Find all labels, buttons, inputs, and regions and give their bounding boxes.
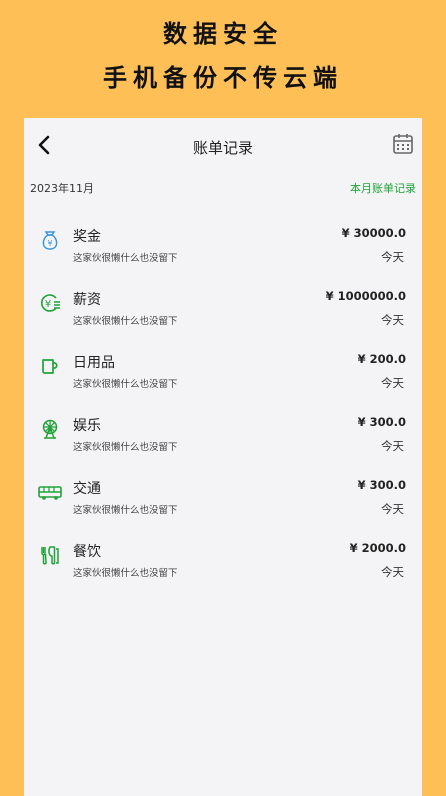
calendar-button[interactable]: [392, 132, 414, 156]
record-date: 今天: [381, 250, 404, 264]
app-screen: 账单记录 2023年11月 本月账单记录 ¥ 奖金 这家伙很懒什么也没留下 ¥ …: [24, 118, 422, 796]
record-name: 娱乐: [73, 418, 101, 434]
record-amount: ¥ 30000.0: [341, 226, 406, 240]
record-name: 日用品: [73, 355, 115, 371]
monthly-records-link[interactable]: 本月账单记录: [350, 180, 416, 196]
yen-coin-icon: ¥: [38, 291, 62, 315]
page-title: 账单记录: [192, 139, 253, 157]
svg-text:¥: ¥: [47, 239, 52, 248]
record-name: 薪资: [73, 292, 101, 308]
utensils-icon: [38, 543, 62, 567]
record-amount: ¥ 300.0: [357, 415, 406, 429]
record-desc: 这家伙很懒什么也没留下: [73, 379, 178, 390]
record-date: 今天: [381, 565, 404, 579]
navbar: 账单记录: [24, 118, 422, 176]
record-desc: 这家伙很懒什么也没留下: [73, 568, 178, 579]
record-desc: 这家伙很懒什么也没留下: [73, 505, 178, 516]
calendar-icon: [393, 134, 413, 154]
ferris-wheel-icon: [38, 417, 62, 441]
record-date: 今天: [381, 376, 404, 390]
record-amount: ¥ 300.0: [357, 478, 406, 492]
list-item[interactable]: 日用品 这家伙很懒什么也没留下 ¥ 200.0 今天: [24, 342, 422, 398]
record-name: 奖金: [73, 229, 101, 245]
promo-title: 数据安全: [163, 20, 283, 48]
list-item[interactable]: ¥ 奖金 这家伙很懒什么也没留下 ¥ 30000.0 今天: [24, 216, 422, 272]
promo-banner: 数据安全 手机备份不传云端: [0, 0, 446, 118]
promo-subtitle: 手机备份不传云端: [103, 64, 343, 92]
list-item[interactable]: 娱乐 这家伙很懒什么也没留下 ¥ 300.0 今天: [24, 405, 422, 461]
list-item[interactable]: ¥ 薪资 这家伙很懒什么也没留下 ¥ 1000000.0 今天: [24, 279, 422, 335]
month-label: 2023年11月: [30, 182, 94, 195]
record-desc: 这家伙很懒什么也没留下: [73, 442, 178, 453]
record-amount: ¥ 200.0: [357, 352, 406, 366]
record-amount: ¥ 2000.0: [349, 541, 406, 555]
record-desc: 这家伙很懒什么也没留下: [73, 253, 178, 264]
list-item[interactable]: 餐饮 这家伙很懒什么也没留下 ¥ 2000.0 今天: [24, 531, 422, 587]
money-bag-icon: ¥: [38, 228, 62, 252]
record-name: 交通: [73, 481, 101, 497]
record-date: 今天: [381, 502, 404, 516]
record-name: 餐饮: [73, 544, 101, 560]
record-date: 今天: [381, 439, 404, 453]
record-desc: 这家伙很懒什么也没留下: [73, 316, 178, 327]
svg-text:¥: ¥: [45, 299, 51, 310]
cup-icon: [38, 354, 62, 378]
list-item[interactable]: 交通 这家伙很懒什么也没留下 ¥ 300.0 今天: [24, 468, 422, 524]
record-amount: ¥ 1000000.0: [325, 289, 406, 303]
month-row: 2023年11月 本月账单记录: [24, 176, 422, 200]
record-date: 今天: [381, 313, 404, 327]
bus-icon: [38, 480, 62, 504]
